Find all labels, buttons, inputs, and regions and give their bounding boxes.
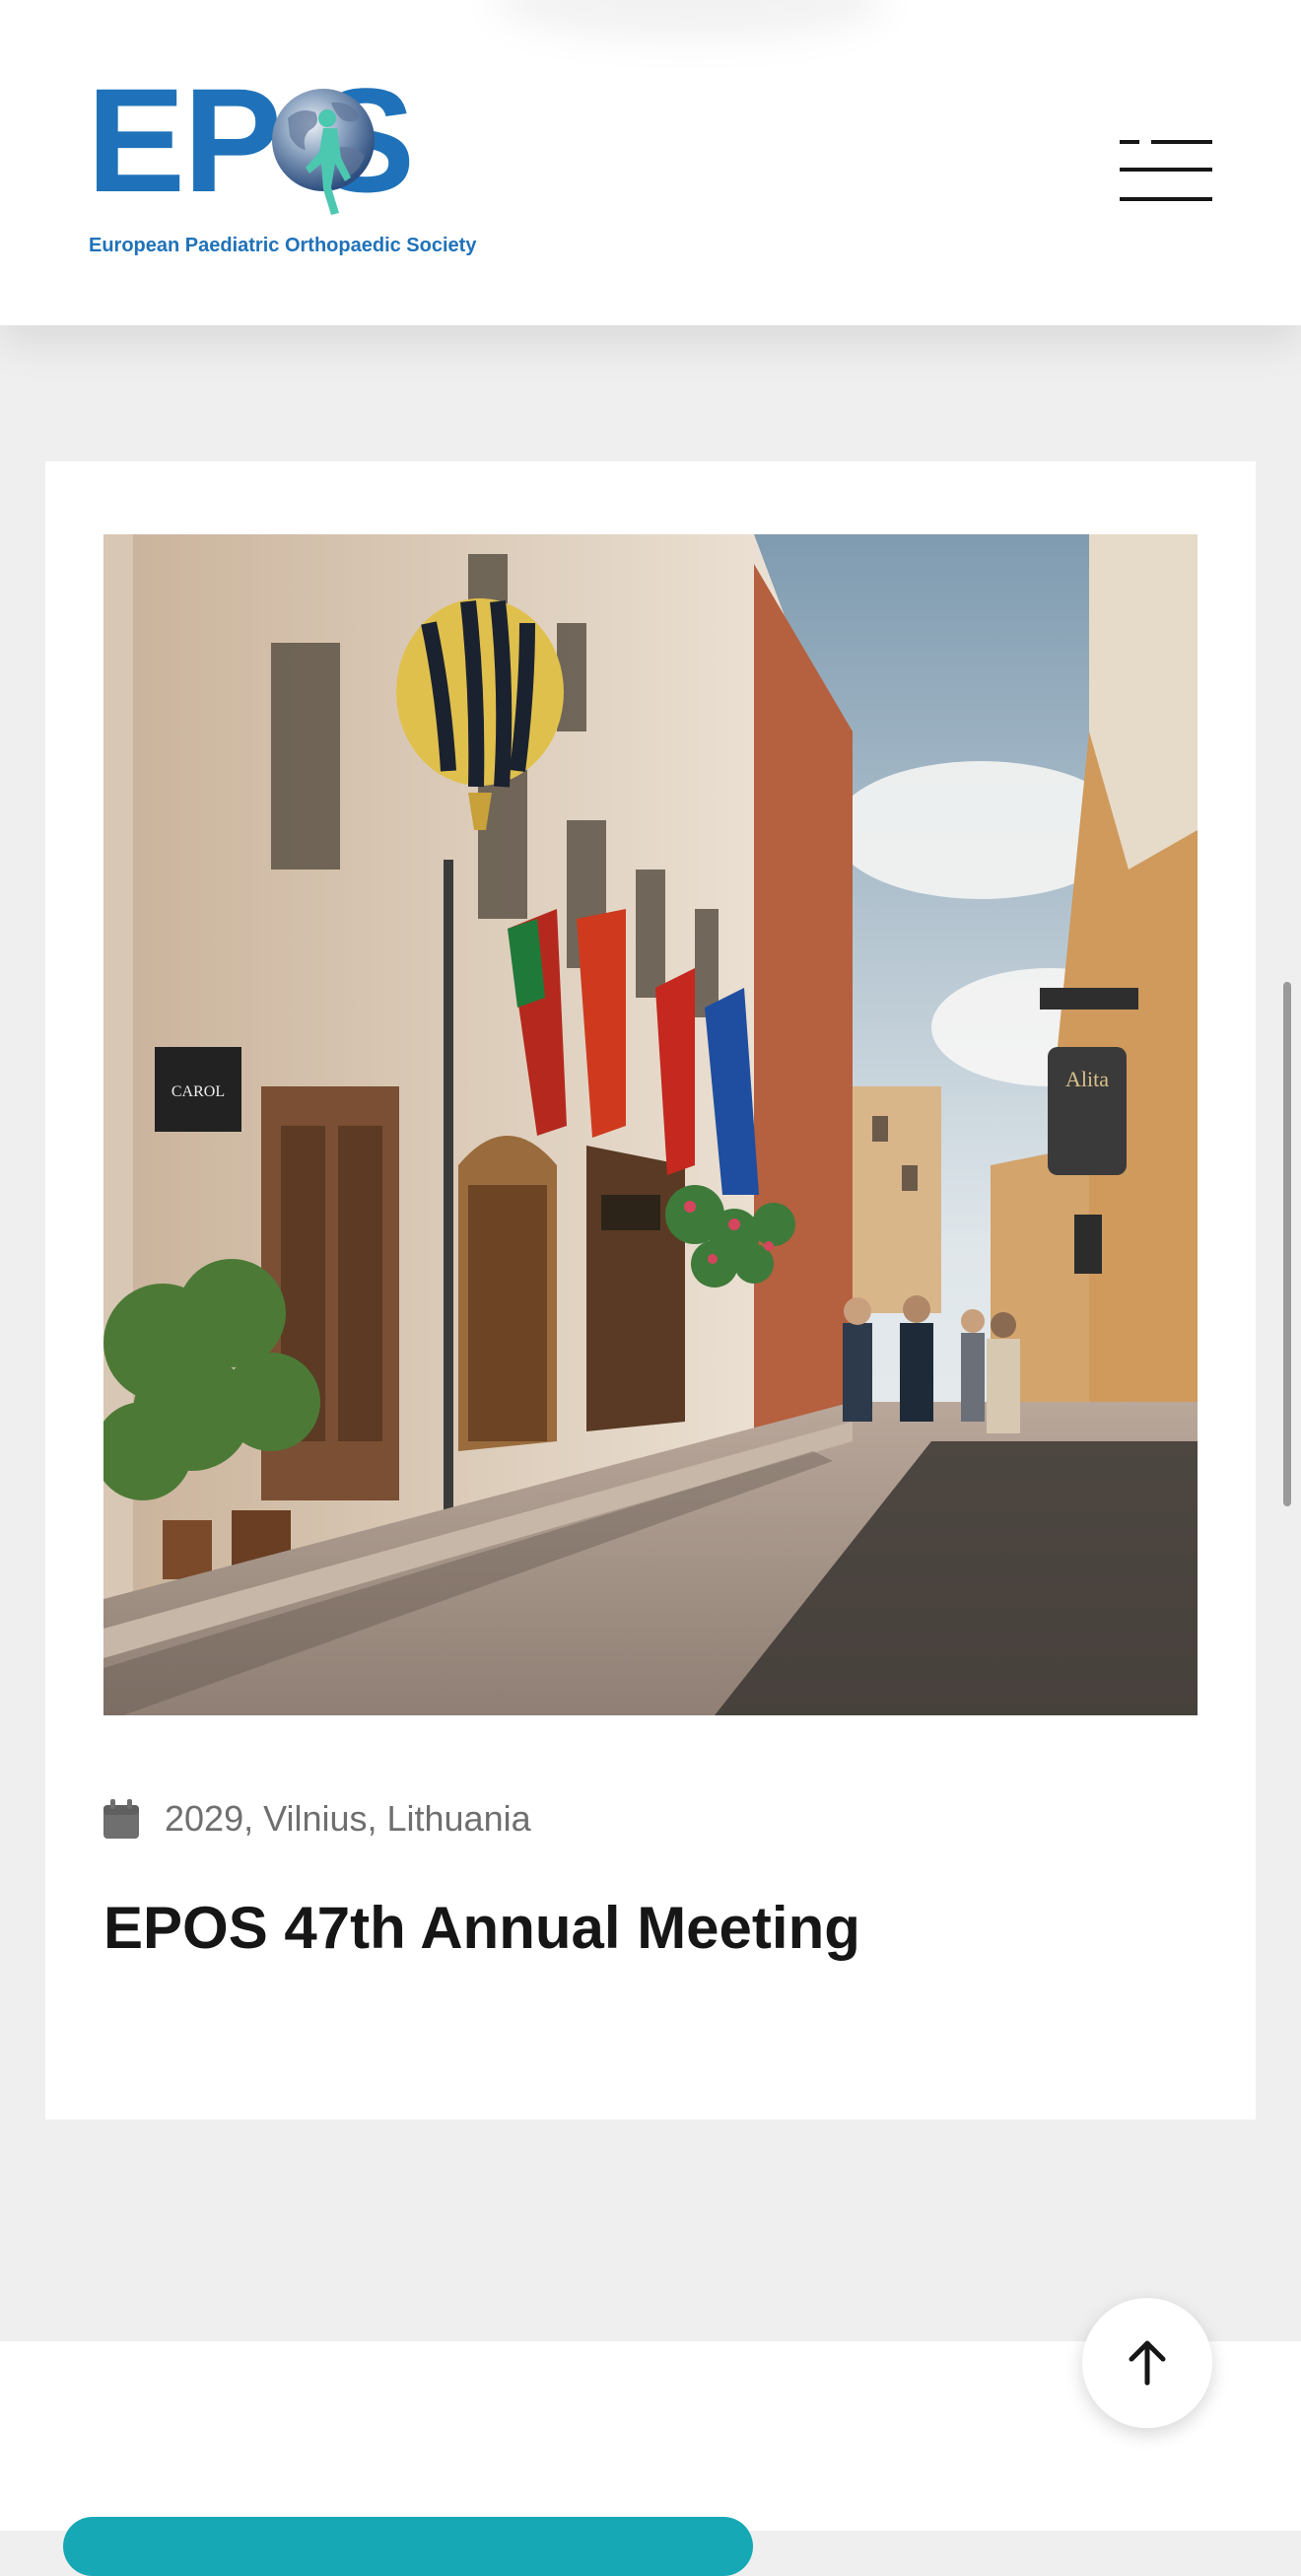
header-shadow	[493, 0, 887, 39]
calendar-icon	[103, 1799, 139, 1839]
scroll-to-top-button[interactable]	[1082, 2298, 1212, 2428]
svg-text:CAROL: CAROL	[171, 1083, 225, 1100]
menu-button[interactable]	[1120, 136, 1214, 207]
site-header: EP S European Paediatric Orthopaedic Soc…	[0, 0, 1301, 325]
svg-text:Alita: Alita	[1065, 1067, 1109, 1091]
arrow-up-icon	[1129, 2340, 1166, 2386]
event-title[interactable]: EPOS 47th Annual Meeting	[103, 1893, 1188, 1964]
epos-logo[interactable]: EP S European Paediatric Orthopaedic Soc…	[87, 66, 481, 268]
event-meta-text: 2029, Vilnius, Lithuania	[165, 1798, 531, 1839]
vilnius-street-photo[interactable]: CAROL Alita	[103, 534, 1198, 1715]
scrollbar-thumb[interactable]	[1283, 982, 1291, 1506]
teal-button[interactable]	[63, 2517, 753, 2576]
event-card[interactable]: CAROL Alita 2029, Vilnius, Lithuania EPO…	[45, 461, 1256, 2120]
logo-tagline: European Paediatric Orthopaedic Society	[89, 235, 477, 256]
event-meta: 2029, Vilnius, Lithuania	[103, 1794, 531, 1844]
globe-icon	[272, 89, 375, 215]
